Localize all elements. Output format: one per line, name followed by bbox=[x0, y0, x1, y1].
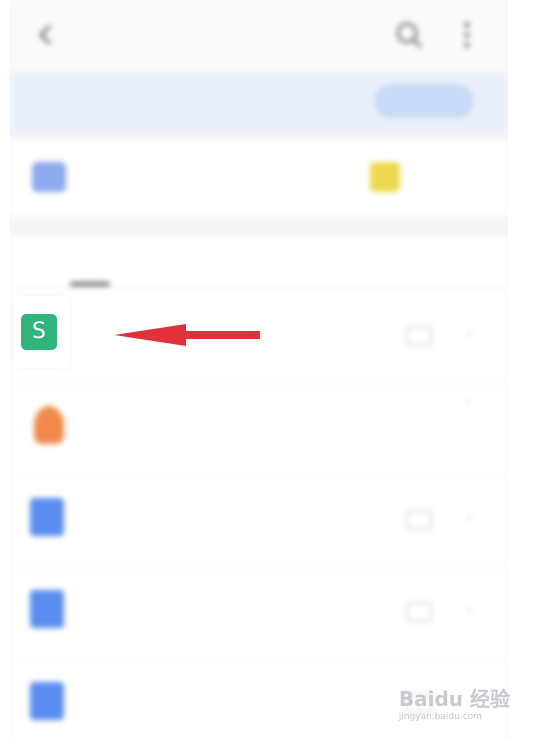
app-screen: › › › › › bbox=[10, 0, 508, 740]
wps-spreadsheet-icon[interactable]: S bbox=[21, 314, 57, 350]
list-item[interactable]: › bbox=[10, 566, 508, 659]
list-item[interactable]: › bbox=[10, 474, 508, 567]
active-tab-indicator bbox=[70, 282, 110, 286]
share-icon[interactable] bbox=[406, 326, 432, 346]
banner-action-button[interactable] bbox=[374, 84, 474, 118]
orange-file-icon bbox=[34, 406, 64, 444]
doc-file-icon bbox=[30, 682, 64, 720]
share-icon[interactable] bbox=[406, 510, 432, 530]
chevron-right-icon[interactable]: › bbox=[466, 508, 472, 527]
doc-file-icon bbox=[30, 590, 64, 628]
folder-icon[interactable] bbox=[32, 162, 66, 192]
doc-file-icon bbox=[30, 498, 64, 536]
top-app-bar bbox=[10, 0, 508, 72]
watermark-url: jingyan.baidu.com bbox=[398, 712, 482, 722]
list-item[interactable]: › bbox=[10, 382, 508, 475]
watermark-logo: Baidu 经验 bbox=[398, 687, 510, 711]
watermark: Baidu 经验 jingyan.baidu.com bbox=[399, 683, 510, 722]
starred-folder-icon[interactable] bbox=[370, 162, 400, 192]
more-vertical-icon[interactable] bbox=[462, 20, 472, 50]
chevron-right-icon[interactable]: › bbox=[466, 600, 472, 619]
search-icon[interactable] bbox=[394, 20, 424, 50]
chevron-right-icon[interactable]: › bbox=[466, 324, 472, 343]
back-arrow-icon[interactable] bbox=[38, 24, 52, 46]
tab-bar bbox=[10, 236, 508, 288]
quick-access-row bbox=[10, 140, 508, 216]
share-icon[interactable] bbox=[406, 602, 432, 622]
chevron-right-icon[interactable]: › bbox=[466, 390, 472, 409]
file-list: › › › › › bbox=[10, 290, 508, 740]
red-arrow-icon bbox=[114, 324, 260, 346]
